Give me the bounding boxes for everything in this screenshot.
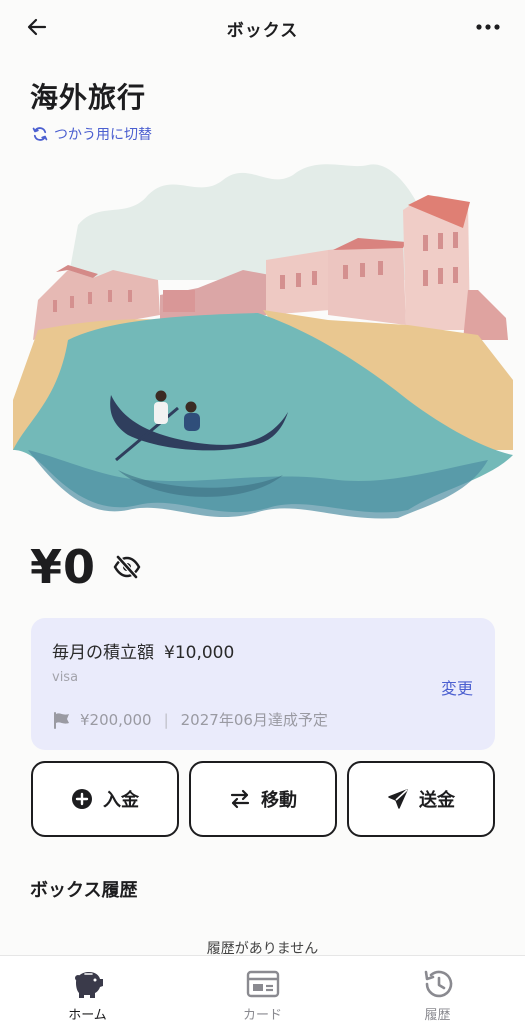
more-options-icon[interactable] bbox=[471, 12, 505, 42]
page-title: ボックス bbox=[226, 20, 299, 41]
venice-gondola-illustration bbox=[8, 150, 518, 535]
top-bar: ボックス bbox=[0, 0, 525, 56]
savings-plan-card: 毎月の積立額 ¥10,000 visa 変更 ¥200,000 | 2027年06… bbox=[31, 618, 495, 750]
goal-row: ¥200,000 | 2027年06月達成予定 bbox=[52, 709, 328, 730]
nav-card-label: カード bbox=[242, 1008, 282, 1023]
action-buttons: 入金 移動 送金 bbox=[31, 761, 495, 837]
source-account: visa bbox=[52, 670, 79, 685]
history-clock-icon bbox=[424, 970, 452, 998]
piggy-bank-icon bbox=[74, 972, 103, 998]
nav-home-label: ホーム bbox=[68, 1008, 107, 1023]
balance-amount: ¥0 bbox=[30, 540, 97, 594]
plus-circle-icon bbox=[72, 789, 92, 809]
nav-card[interactable]: カード bbox=[193, 956, 333, 1023]
refresh-icon bbox=[32, 127, 48, 141]
send-button[interactable]: 送金 bbox=[347, 761, 495, 837]
divider: | bbox=[163, 710, 169, 729]
deposit-label: 入金 bbox=[103, 790, 139, 811]
swap-arrows-icon bbox=[230, 789, 250, 809]
monthly-label: 毎月の積立額 bbox=[52, 643, 154, 663]
transfer-button[interactable]: 移動 bbox=[189, 761, 337, 837]
change-button[interactable]: 変更 bbox=[441, 675, 473, 699]
flag-icon bbox=[54, 711, 69, 729]
deposit-button[interactable]: 入金 bbox=[31, 761, 179, 837]
send-label: 送金 bbox=[419, 790, 455, 811]
nav-history[interactable]: 履歴 bbox=[368, 956, 508, 1023]
nav-home[interactable]: ホーム bbox=[18, 956, 158, 1023]
back-arrow-icon[interactable] bbox=[22, 12, 52, 42]
switch-to-spending-link[interactable]: つかう用に切替 bbox=[32, 124, 152, 144]
box-name: 海外旅行 bbox=[30, 81, 147, 114]
hide-balance-eye-icon[interactable] bbox=[112, 552, 142, 582]
goal-amount: ¥200,000 bbox=[80, 710, 152, 729]
monthly-amount: ¥10,000 bbox=[164, 643, 235, 663]
goal-date: 2027年06月達成予定 bbox=[180, 711, 328, 729]
switch-label: つかう用に切替 bbox=[54, 127, 152, 143]
monthly-saving: 毎月の積立額 ¥10,000 bbox=[52, 638, 244, 663]
box-history-heading: ボックス履歴 bbox=[30, 880, 138, 901]
transfer-label: 移動 bbox=[261, 790, 297, 811]
nav-history-label: 履歴 bbox=[424, 1008, 451, 1023]
send-plane-icon bbox=[388, 789, 408, 809]
bottom-navigation: ホーム カード 履歴 bbox=[0, 955, 525, 1024]
card-icon bbox=[246, 970, 279, 998]
balance-row: ¥0 bbox=[30, 540, 142, 594]
